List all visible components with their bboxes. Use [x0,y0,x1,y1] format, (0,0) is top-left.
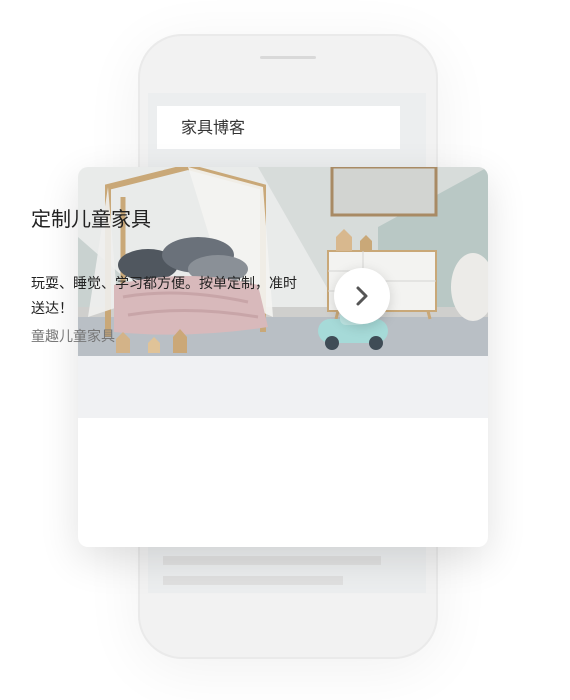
ad-brand: 童趣儿童家具 [31,329,115,345]
ad-description: 玩耍、睡觉、学习都方便。按单定制，准时送达！ [31,276,297,317]
chevron-right-icon [356,286,368,306]
ad-title: 定制儿童家具 [31,207,151,231]
phone-speaker [260,56,316,59]
placeholder-text-line [163,576,343,585]
page-title: 家具博客 [157,106,400,149]
ad-image [78,167,488,356]
placeholder-text-line [163,556,381,565]
next-button[interactable] [334,268,390,324]
title-background [78,356,488,418]
